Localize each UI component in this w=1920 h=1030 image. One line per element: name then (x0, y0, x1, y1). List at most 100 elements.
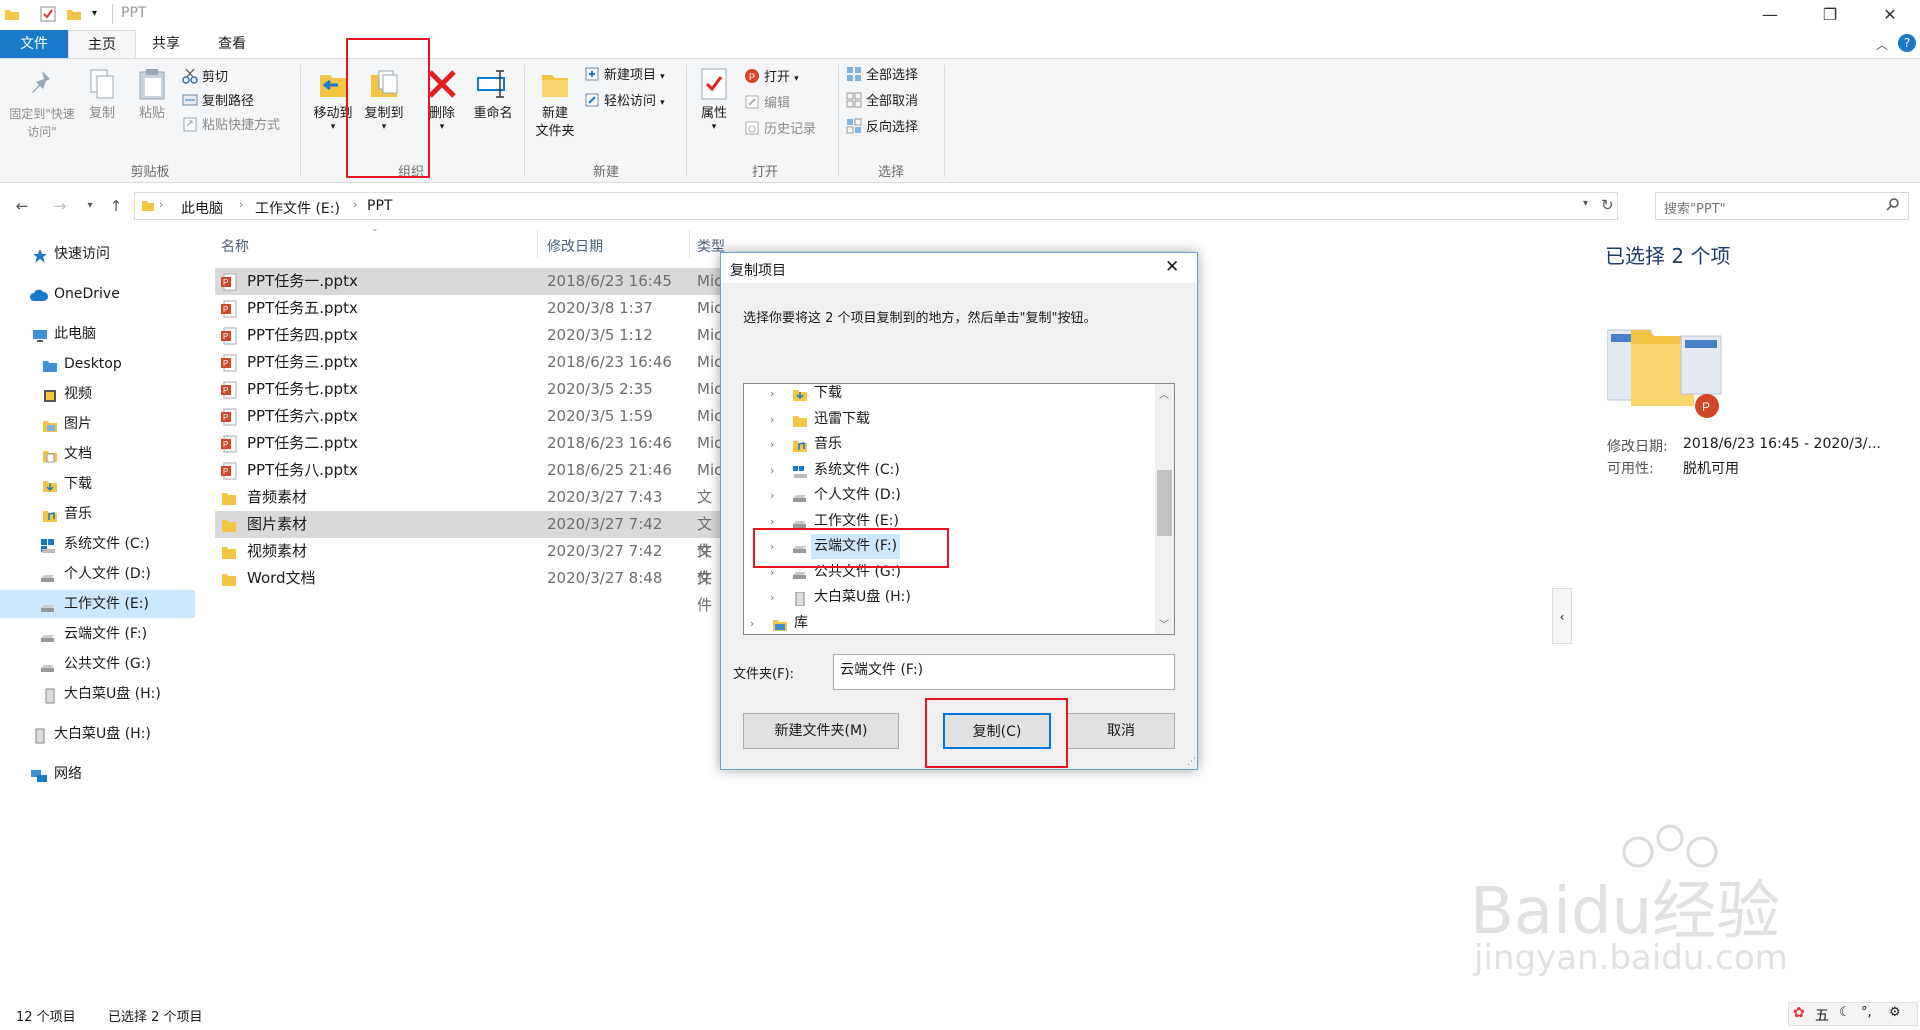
settings-gear-icon[interactable]: ⚙ (1889, 1005, 1901, 1020)
expand-chevron-icon[interactable]: › (770, 458, 782, 483)
scroll-down-chevron-icon[interactable]: ﹀ (1159, 616, 1169, 631)
collapse-details-chevron-icon[interactable]: ‹ (1552, 588, 1572, 644)
back-arrow-icon[interactable]: ← (10, 194, 34, 218)
nav-documents[interactable]: 文档 (0, 440, 195, 468)
recent-locations-chevron-icon[interactable]: ▾ (78, 194, 102, 218)
up-arrow-icon[interactable]: ↑ (104, 194, 128, 218)
nav-drive-g[interactable]: 公共文件 (G:) (0, 650, 195, 678)
file-row[interactable]: P PPT任务八.pptx 2018/6/25 21:46 Mic (215, 457, 725, 484)
refresh-icon[interactable]: ↻ (1601, 196, 1614, 214)
expand-chevron-icon[interactable]: › (770, 407, 782, 432)
chevron-down-icon[interactable]: ▾ (92, 8, 108, 24)
file-row[interactable]: P PPT任务五.pptx 2020/3/8 1:37 Mic (215, 295, 725, 322)
nav-drive-e[interactable]: 工作文件 (E:) (0, 590, 195, 618)
folder-path-input[interactable]: 云端文件 (F:) (833, 654, 1175, 690)
nav-pictures[interactable]: 图片 (0, 410, 195, 438)
file-row[interactable]: P PPT任务二.pptx 2018/6/23 16:46 Mic (215, 430, 725, 457)
close-window-button[interactable]: ✕ (1860, 0, 1920, 30)
tree-scrollbar-thumb[interactable] (1157, 470, 1172, 536)
select-all-button[interactable]: 全部选择 (846, 65, 918, 87)
history-button[interactable]: 历史记录 (744, 119, 816, 141)
copy-path-button[interactable]: 复制路径 (182, 91, 254, 113)
tab-home[interactable]: 主页 (68, 30, 136, 58)
column-header-date[interactable]: 修改日期 (547, 236, 603, 256)
copy-confirm-button[interactable]: 复制(C) (943, 713, 1051, 749)
expand-chevron-icon[interactable]: › (770, 585, 782, 610)
address-dropdown-chevron-icon[interactable]: ▾ (1583, 198, 1588, 209)
file-row[interactable]: Word文档 2020/3/27 8:48 文件 (215, 565, 725, 614)
nav-music[interactable]: 音乐 (0, 500, 195, 528)
search-input[interactable]: 搜索"PPT" (1655, 192, 1909, 220)
expand-chevron-icon[interactable]: › (770, 509, 782, 534)
ime-mode[interactable]: 五 (1815, 1005, 1829, 1025)
expand-chevron-icon[interactable]: › (770, 384, 782, 406)
move-to-button[interactable]: 移动到 ▾ (308, 67, 358, 132)
select-none-button[interactable]: 全部取消 (846, 91, 918, 113)
breadcrumb-ppt[interactable]: PPT (367, 198, 392, 214)
new-folder-dialog-button[interactable]: 新建文件夹(M) (743, 713, 899, 749)
file-row[interactable]: P PPT任务六.pptx 2020/3/5 1:59 Mic (215, 403, 725, 430)
open-button[interactable]: P 打开 ▾ (744, 67, 799, 89)
tab-share[interactable]: 共享 (136, 30, 196, 58)
tab-file[interactable]: 文件 (0, 30, 68, 58)
nav-onedrive[interactable]: OneDrive (0, 280, 195, 308)
column-header-name[interactable]: 名称 (221, 236, 249, 256)
dialog-close-icon[interactable]: ✕ (1165, 257, 1179, 277)
help-icon[interactable]: ? (1898, 34, 1916, 52)
file-row[interactable]: P PPT任务一.pptx 2018/6/23 16:45 Mic (215, 268, 725, 295)
file-row[interactable]: 图片素材 2020/3/27 7:42 文件 (215, 511, 725, 560)
copy-to-button[interactable]: 复制到 ▾ (358, 67, 410, 132)
breadcrumb-this-pc[interactable]: 此电脑 (181, 198, 223, 218)
address-bar[interactable]: › 此电脑 › 工作文件 (E:) › PPT ▾ ↻ (134, 192, 1618, 220)
nav-this-pc[interactable]: 此电脑 (0, 320, 195, 348)
copy-button[interactable]: 复制 (82, 67, 122, 123)
nav-desktop[interactable]: Desktop (0, 350, 195, 378)
nav-drive-f[interactable]: 云端文件 (F:) (0, 620, 195, 648)
properties-quick-icon[interactable] (40, 6, 56, 22)
tree-scrollbar[interactable]: ︿ ﹀ (1155, 384, 1174, 634)
expand-chevron-icon[interactable]: › (750, 611, 762, 635)
cut-button[interactable]: 剪切 (182, 67, 228, 89)
resize-grip-icon[interactable]: ⋰ (1187, 757, 1196, 767)
nav-drive-h[interactable]: 大白菜U盘 (H:) (0, 680, 195, 708)
rename-button[interactable]: 重命名 (468, 67, 518, 123)
breadcrumb-work-drive[interactable]: 工作文件 (E:) (255, 198, 340, 218)
punctuation-icon[interactable]: °, (1861, 1005, 1872, 1020)
nav-network[interactable]: 网络 (0, 760, 195, 788)
new-folder-quick-icon[interactable] (66, 6, 82, 22)
tab-view[interactable]: 查看 (200, 30, 264, 58)
easy-access-button[interactable]: 轻松访问 ▾ (584, 91, 665, 113)
expand-chevron-icon[interactable]: › (770, 483, 782, 508)
edit-button[interactable]: 编辑 (744, 93, 790, 115)
nav-videos[interactable]: 视频 (0, 380, 195, 408)
expand-chevron-icon[interactable]: › (770, 432, 782, 457)
maximize-button[interactable]: ❐ (1800, 0, 1860, 30)
properties-button[interactable]: 属性 ▾ (692, 67, 736, 132)
file-row[interactable]: P PPT任务七.pptx 2020/3/5 2:35 Mic (215, 376, 725, 403)
file-row[interactable]: P PPT任务三.pptx 2018/6/23 16:46 Mic (215, 349, 725, 376)
nav-downloads[interactable]: 下载 (0, 470, 195, 498)
moon-icon[interactable]: ☾ (1839, 1005, 1851, 1020)
ime-toolbar[interactable]: ✿ 五 ☾ °, ⚙ (1788, 1002, 1918, 1026)
delete-button[interactable]: 删除 ▾ (422, 67, 462, 132)
paste-button[interactable]: 粘贴 (132, 67, 172, 123)
nav-quick-access[interactable]: 快速访问 (0, 240, 195, 268)
expand-chevron-icon[interactable]: › (770, 534, 782, 559)
forward-arrow-icon[interactable]: → (48, 194, 72, 218)
nav-drive-c[interactable]: 系统文件 (C:) (0, 530, 195, 558)
file-row[interactable]: 视频素材 2020/3/27 7:42 文件 (215, 538, 725, 587)
search-icon[interactable] (1886, 197, 1900, 215)
collapse-ribbon-icon[interactable]: ︿ (1876, 36, 1888, 53)
pin-quick-access-button[interactable]: 固定到"快速访问" (6, 67, 78, 141)
paste-shortcut-button[interactable]: 粘贴快捷方式 (182, 115, 280, 137)
invert-selection-button[interactable]: 反向选择 (846, 117, 918, 139)
file-row[interactable]: 音频素材2020/3/27 7:43文件 (215, 484, 725, 533)
expand-chevron-icon[interactable]: › (770, 560, 782, 585)
nav-drive-d[interactable]: 个人文件 (D:) (0, 560, 195, 588)
new-item-button[interactable]: 新建项目 ▾ (584, 65, 665, 87)
file-row[interactable]: P PPT任务四.pptx 2020/3/5 1:12 Mic (215, 322, 725, 349)
cancel-button[interactable]: 取消 (1067, 713, 1175, 749)
scroll-up-chevron-icon[interactable]: ︿ (1159, 386, 1169, 401)
minimize-button[interactable]: — (1740, 0, 1800, 30)
nav-usb-root[interactable]: 大白菜U盘 (H:) (0, 720, 195, 748)
